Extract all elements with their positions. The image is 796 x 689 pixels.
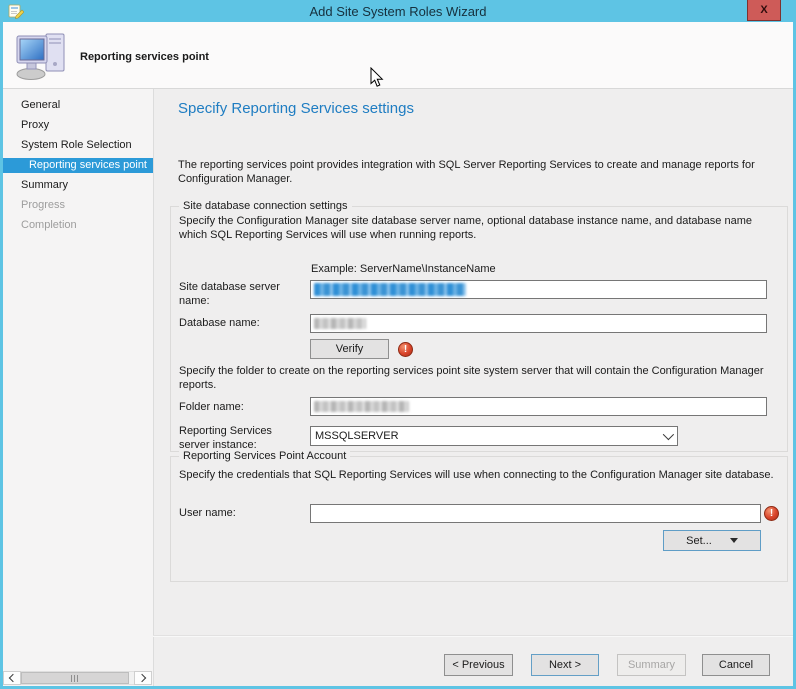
database-name-input[interactable] bbox=[310, 314, 767, 333]
nav-item-progress: Progress bbox=[21, 199, 66, 211]
wizard-header: Reporting services point bbox=[3, 22, 793, 89]
window-title: Add Site System Roles Wizard bbox=[309, 4, 487, 19]
sidebar-horizontal-scrollbar[interactable] bbox=[3, 671, 152, 685]
nav-item-summary[interactable]: Summary bbox=[3, 175, 153, 195]
titlebar: Add Site System Roles Wizard X bbox=[0, 0, 796, 22]
scrollbar-grip-icon bbox=[71, 674, 80, 682]
instance-label: Reporting Services server instance: bbox=[179, 425, 272, 451]
example-text: Example: ServerName\InstanceName bbox=[311, 263, 496, 275]
site-database-groupbox: Site database connection settings Specif… bbox=[170, 200, 788, 452]
username-error-icon: ! bbox=[764, 506, 779, 521]
nav-item-completion: Completion bbox=[21, 219, 77, 231]
username-input[interactable] bbox=[310, 504, 761, 523]
scroll-right-button[interactable] bbox=[134, 671, 152, 685]
wizard-content: Specify Reporting Services settings The … bbox=[153, 89, 793, 686]
previous-button[interactable]: < Previous bbox=[444, 654, 513, 676]
account-legend: Reporting Services Point Account bbox=[179, 450, 351, 463]
account-groupbox: Reporting Services Point Account Specify… bbox=[170, 450, 788, 582]
nav-item-reporting-services-point[interactable]: Reporting services point bbox=[3, 157, 153, 173]
folder-name-label: Folder name: bbox=[179, 401, 244, 413]
summary-button: Summary bbox=[617, 654, 686, 676]
set-dropdown-arrow-icon bbox=[729, 538, 738, 543]
server-name-label: Site database server name: bbox=[179, 281, 280, 307]
wizard-nav: General Proxy System Role Selection Repo… bbox=[3, 95, 153, 235]
scroll-right-icon bbox=[137, 673, 147, 683]
folder-name-input[interactable] bbox=[310, 397, 767, 416]
verify-button[interactable]: Verify bbox=[310, 339, 389, 359]
wizard-window: Add Site System Roles Wizard X Reporting… bbox=[0, 0, 796, 689]
role-title: Reporting services point bbox=[80, 51, 209, 63]
redacted-database-value bbox=[314, 318, 366, 329]
next-button[interactable]: Next > bbox=[531, 654, 599, 676]
username-label: User name: bbox=[179, 507, 236, 519]
site-database-description: Specify the Configuration Manager site d… bbox=[179, 215, 752, 241]
mouse-cursor-icon bbox=[370, 67, 384, 87]
folder-note: Specify the folder to create on the repo… bbox=[179, 365, 764, 391]
wizard-sidebar: General Proxy System Role Selection Repo… bbox=[3, 89, 154, 686]
chevron-down-icon bbox=[662, 428, 675, 441]
instance-dropdown-value: MSSQLSERVER bbox=[315, 430, 399, 442]
instance-dropdown[interactable]: MSSQLSERVER bbox=[310, 426, 678, 446]
verify-error-icon: ! bbox=[398, 342, 413, 357]
scrollbar-thumb[interactable] bbox=[21, 672, 130, 684]
scroll-left-button[interactable] bbox=[3, 671, 21, 685]
close-button[interactable]: X bbox=[747, 0, 781, 21]
server-name-input[interactable] bbox=[310, 280, 767, 299]
intro-text: The reporting services point provides in… bbox=[178, 159, 755, 185]
computer-icon bbox=[16, 33, 65, 80]
account-description: Specify the credentials that SQL Reporti… bbox=[179, 469, 774, 481]
page-title: Specify Reporting Services settings bbox=[178, 100, 414, 117]
site-database-legend: Site database connection settings bbox=[179, 200, 352, 213]
scrollbar-track[interactable] bbox=[21, 671, 134, 685]
cancel-button[interactable]: Cancel bbox=[702, 654, 770, 676]
set-account-button[interactable]: Set... bbox=[663, 530, 761, 551]
redacted-server-value bbox=[314, 283, 466, 296]
nav-item-general[interactable]: General bbox=[3, 95, 153, 115]
nav-item-system-role-selection[interactable]: System Role Selection bbox=[3, 135, 153, 155]
database-name-label: Database name: bbox=[179, 317, 260, 329]
footer-separator bbox=[153, 635, 793, 637]
set-button-label: Set... bbox=[686, 534, 712, 547]
scroll-left-icon bbox=[8, 673, 18, 683]
nav-item-proxy[interactable]: Proxy bbox=[3, 115, 153, 135]
wizard-body: General Proxy System Role Selection Repo… bbox=[3, 89, 793, 686]
redacted-folder-value bbox=[314, 401, 409, 412]
